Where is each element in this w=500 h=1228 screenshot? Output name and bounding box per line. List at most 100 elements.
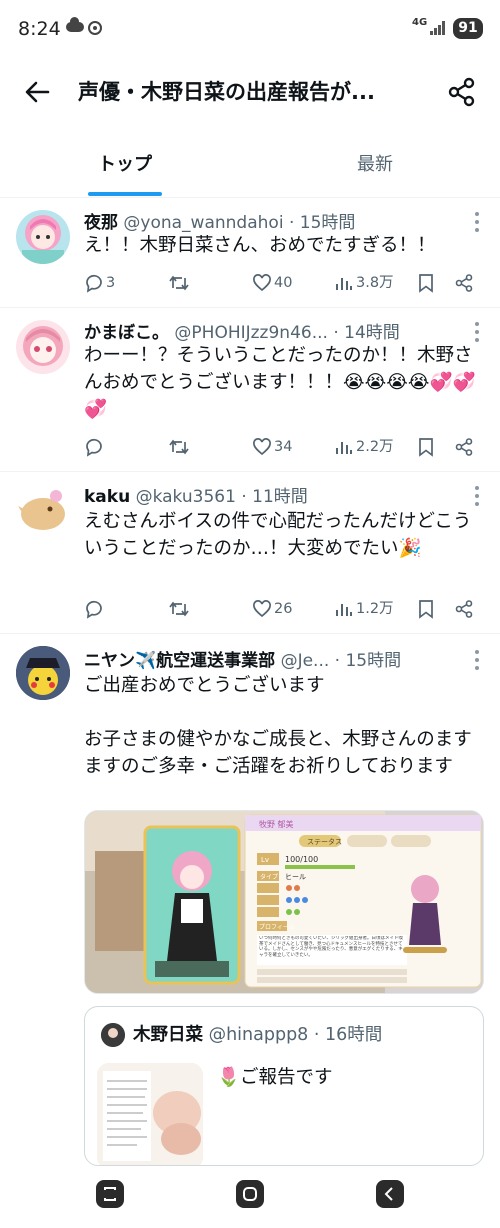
heart-icon: [253, 274, 271, 292]
analytics-icon: [336, 604, 352, 616]
handle[interactable]: @yona_wanndahoi: [123, 213, 283, 233]
recent-apps-icon: [104, 1187, 116, 1201]
tweet[interactable]: ニヤン✈️航空運送事業部 @Je... · 15時間 ご出産おめでとうございます…: [0, 634, 500, 1168]
more-options-icon[interactable]: [474, 212, 480, 234]
quote-timestamp[interactable]: · 16時間: [314, 1025, 382, 1045]
network-type: 4G: [412, 17, 428, 28]
bookmark-icon: [419, 274, 433, 293]
avatar[interactable]: [16, 484, 70, 538]
display-name[interactable]: かまぼこ。: [84, 323, 169, 343]
share-button[interactable]: [444, 74, 480, 110]
media-tab-status: ステータス: [307, 837, 342, 846]
tweet-header: ニヤン✈️航空運送事業部 @Je... · 15時間: [84, 646, 454, 671]
share-icon: [455, 274, 473, 292]
timestamp[interactable]: · 14時間: [333, 323, 399, 343]
more-options-icon[interactable]: [474, 486, 480, 508]
status-bar: 8:24 4G 91: [0, 0, 500, 56]
quote-header: 木野日菜 @hinappp8 · 16時間: [133, 1021, 382, 1046]
timestamp[interactable]: · 15時間: [335, 651, 401, 671]
avatar[interactable]: [16, 646, 70, 700]
analytics-icon: [336, 278, 352, 290]
tab-active-indicator: [88, 192, 162, 196]
media-level-label: Lv: [261, 856, 269, 864]
home-icon: [243, 1187, 257, 1201]
back-button[interactable]: [20, 74, 56, 110]
tweet-text: え！！木野日菜さん、おめでたすぎる！！: [84, 235, 436, 256]
share-icon: [455, 438, 473, 456]
media-character-name: 牧野 郁美: [259, 819, 294, 829]
share-icon: [455, 600, 473, 618]
media-profile-text: いつ何時何ときもの可愛くいたい、ジリッグ組出身者。日頃はメイド喫茶でメイドさんと…: [259, 936, 403, 958]
tweet-header: 夜那 @yona_wanndahoi · 15時間: [84, 208, 454, 233]
like-count: 40: [274, 275, 293, 291]
tweet-actions: 26 1.2万: [84, 596, 484, 622]
back-nav-button[interactable]: [376, 1180, 404, 1208]
tweet-header: かまぼこ。 @PHOHIJzz9n46... · 14時間: [84, 318, 454, 343]
signal-icon: [430, 21, 446, 35]
handle[interactable]: @PHOHIJzz9n46...: [174, 323, 328, 343]
battery-indicator: 91: [453, 18, 483, 39]
tweet-header: kaku @kaku3561 · 11時間: [84, 482, 454, 507]
quote-text: 🌷ご報告です: [217, 1067, 333, 1088]
reply-icon: [86, 438, 102, 457]
reply-icon: [86, 600, 102, 619]
tweet[interactable]: kaku @kaku3561 · 11時間 えむさんボイスの件で心配だったんだけ…: [0, 472, 500, 634]
media-hp: 100/100: [285, 855, 318, 864]
share-icon: [448, 77, 475, 107]
avatar[interactable]: [16, 320, 70, 374]
view-count: 3.8万: [356, 275, 394, 291]
attached-image[interactable]: 牧野 郁美 ステータス Lv 100/100 タイプ ヒール プロフィール いつ…: [84, 810, 484, 994]
more-options-icon[interactable]: [474, 650, 480, 672]
view-count: 2.2万: [356, 439, 394, 455]
quote-display-name[interactable]: 木野日菜: [133, 1025, 203, 1045]
display-name[interactable]: 夜那: [84, 213, 118, 233]
tweet-actions: 34 2.2万: [84, 434, 484, 460]
like-count: 34: [274, 439, 293, 455]
bookmark-icon: [419, 438, 433, 457]
view-count: 1.2万: [356, 601, 394, 617]
heart-icon: [253, 600, 271, 618]
analytics-icon: [336, 442, 352, 454]
like-count: 26: [274, 601, 293, 617]
recent-apps-button[interactable]: [96, 1180, 124, 1208]
reply-count: 3: [106, 275, 116, 291]
tweet-text: わーー！？そういうことだったのか！！木野さんおめでとうございます！！！😭😭😭😭💞…: [84, 345, 476, 420]
tab-latest[interactable]: 最新: [250, 138, 500, 197]
handle[interactable]: @Je...: [281, 651, 330, 671]
quote-image[interactable]: [97, 1063, 203, 1165]
more-options-icon[interactable]: [474, 322, 480, 344]
home-button[interactable]: [236, 1180, 264, 1208]
tweet[interactable]: かまぼこ。 @PHOHIJzz9n46... · 14時間 わーー！？そういうこ…: [0, 308, 500, 472]
handle[interactable]: @kaku3561: [136, 487, 236, 507]
avatar[interactable]: [16, 210, 70, 264]
display-name[interactable]: ニヤン✈️航空運送事業部: [84, 651, 275, 671]
quote-handle[interactable]: @hinappp8: [209, 1025, 309, 1045]
system-nav-bar: [0, 1168, 500, 1228]
reply-icon: [86, 274, 102, 293]
media-type-value: ヒール: [285, 873, 306, 881]
cloud-icon: [66, 17, 84, 32]
media-profile-label: プロフィール: [259, 924, 295, 931]
record-icon: [88, 21, 102, 35]
timestamp[interactable]: · 15時間: [289, 213, 355, 233]
bookmark-icon: [419, 600, 433, 619]
heart-icon: [253, 438, 271, 456]
display-name[interactable]: kaku: [84, 487, 130, 507]
retweet-icon: [169, 275, 189, 291]
chevron-left-icon: [384, 1187, 393, 1201]
tab-top[interactable]: トップ: [0, 138, 250, 197]
retweet-icon: [169, 439, 189, 455]
tweet-text: えむさんボイスの件で心配だったんだけどこういうことだったのか…！大変めでたい🎉: [84, 511, 472, 559]
media-type-label: タイプ: [260, 873, 278, 881]
page-title: 声優・木野日菜の出産報告が...: [78, 80, 375, 104]
header: 声優・木野日菜の出産報告が...: [0, 56, 500, 126]
retweet-icon: [169, 601, 189, 617]
tweet[interactable]: 夜那 @yona_wanndahoi · 15時間 え！！木野日菜さん、おめでた…: [0, 198, 500, 308]
tweet-text: ご出産おめでとうございます お子さまの健やかなご成長と、木野さんのますますのご多…: [84, 675, 472, 777]
quoted-tweet[interactable]: 木野日菜 @hinappp8 · 16時間 🌷ご報告です: [84, 1006, 484, 1166]
tweet-actions: 3 40 3.8万: [84, 270, 484, 296]
tab-bar: トップ 最新: [0, 138, 500, 198]
arrow-left-icon: [25, 81, 50, 103]
quote-avatar[interactable]: [101, 1023, 125, 1047]
timestamp[interactable]: · 11時間: [241, 487, 307, 507]
